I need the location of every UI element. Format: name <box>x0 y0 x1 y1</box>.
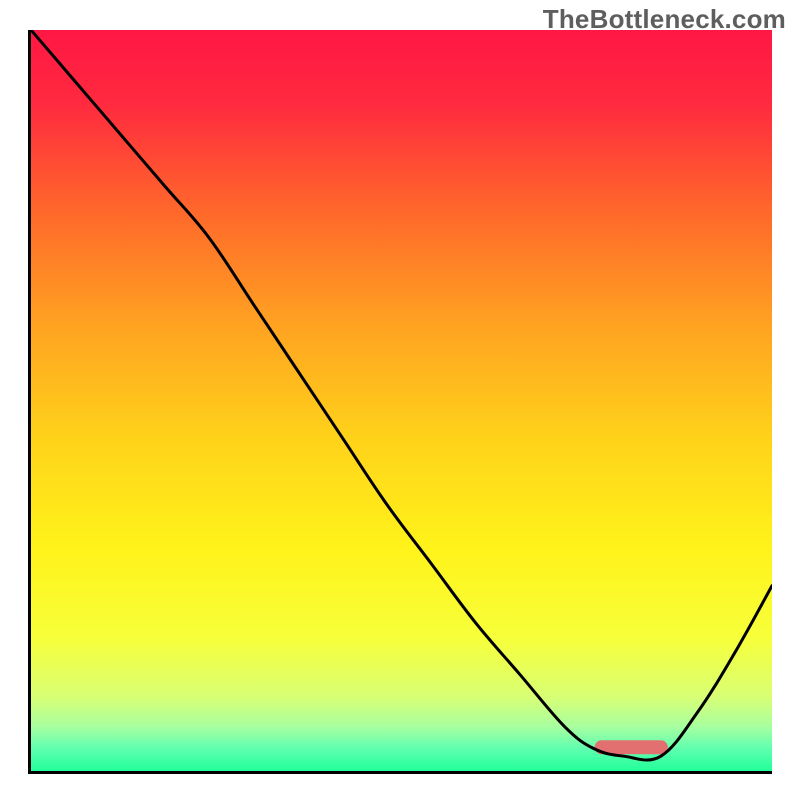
plot-area <box>28 30 772 774</box>
chart-frame: TheBottleneck.com <box>0 0 800 800</box>
chart-svg <box>31 30 772 771</box>
gradient-background <box>31 30 772 771</box>
